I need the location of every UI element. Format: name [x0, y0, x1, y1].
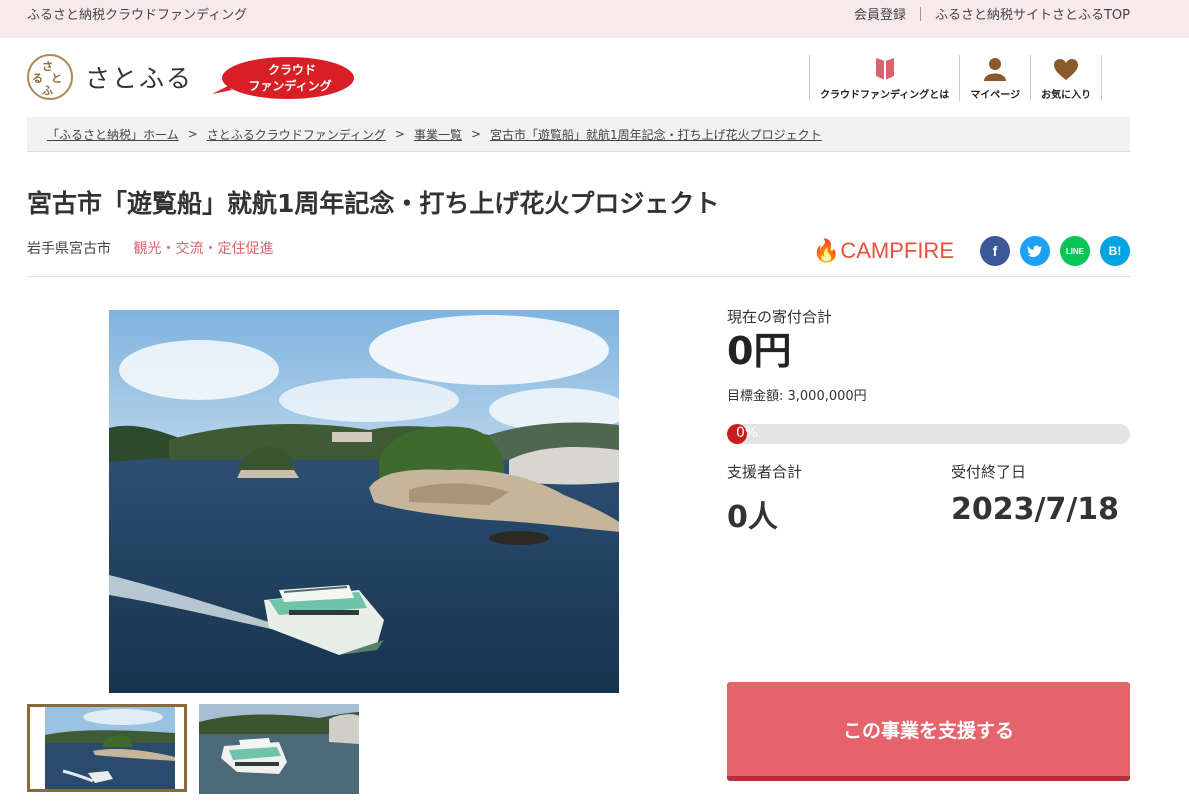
- supporters-stat: 支援者合計 0人: [727, 461, 802, 536]
- nav-favorites[interactable]: お気に入り: [1030, 55, 1103, 101]
- hatena-bookmark-button[interactable]: B!: [1100, 236, 1130, 266]
- thumbnail-1[interactable]: [27, 704, 187, 792]
- breadcrumb-home[interactable]: 「ふるさと納税」ホーム: [47, 126, 179, 143]
- supporters-value: 0人: [727, 500, 778, 535]
- svg-text:ファンディング: ファンディング: [248, 78, 331, 93]
- nav-label: お気に入り: [1041, 90, 1092, 101]
- funding-panel: 現在の寄付合計 0円 目標金額: 3,000,000円: [727, 306, 1130, 404]
- supporters-label: 支援者合計: [727, 463, 803, 481]
- top-bar: ふるさと納税クラウドファンディング 会員登録 ふるさと納税サイトさとふるTOP: [0, 0, 1189, 38]
- nav-mypage[interactable]: マイページ: [959, 55, 1030, 101]
- furusato-top-link[interactable]: ふるさと納税サイトさとふるTOP: [935, 4, 1130, 23]
- logo-mark-icon: さ と ふ る: [27, 54, 73, 100]
- nav-label: マイページ: [970, 90, 1021, 101]
- goal-amount: 目標金額: 3,000,000円: [727, 389, 867, 404]
- satofull-logo[interactable]: さ と ふ る さとふる: [27, 54, 193, 100]
- header-nav: クラウドファンディングとは マイページ お気に入り: [809, 55, 1103, 101]
- line-share-button[interactable]: LINE: [1060, 236, 1090, 266]
- heart-icon: [1054, 59, 1079, 80]
- twitter-icon: [1027, 245, 1042, 257]
- facebook-icon: f: [992, 243, 998, 259]
- progress-percent: 0%: [736, 425, 759, 441]
- progress-bar: 0%: [727, 424, 1130, 444]
- crowdfunding-badge[interactable]: クラウド ファンディング: [210, 56, 356, 100]
- nav-label: クラウドファンディングとは: [820, 90, 950, 101]
- top-links: 会員登録 ふるさと納税サイトさとふるTOP: [854, 4, 1130, 23]
- hatena-icon: B!: [1108, 244, 1122, 258]
- campfire-logo[interactable]: 🔥CAMPFIRE: [813, 238, 954, 264]
- support-project-button[interactable]: この事業を支援する: [727, 682, 1130, 781]
- svg-text:クラウド: クラウド: [268, 63, 316, 77]
- line-icon: LINE: [1065, 246, 1085, 256]
- prefecture: 岩手県宮古市: [27, 241, 111, 257]
- project-main-image: [109, 310, 619, 693]
- total-label: 現在の寄付合計: [727, 308, 833, 326]
- book-icon: [875, 58, 894, 80]
- logo-text: さとふる: [85, 64, 194, 93]
- user-icon: [984, 58, 1007, 81]
- deadline-label: 受付終了日: [951, 463, 1027, 481]
- register-link[interactable]: 会員登録: [854, 4, 906, 23]
- deadline-stat: 受付終了日 2023/7/18: [951, 461, 1119, 527]
- breadcrumb-current[interactable]: 宮古市「遊覧船」就航1周年記念・打ち上げ花火プロジェクト: [490, 126, 822, 143]
- site-name: ふるさと納税クラウドファンディング: [27, 8, 248, 23]
- twitter-share-button[interactable]: [1020, 236, 1050, 266]
- breadcrumb-projects[interactable]: 事業一覧: [414, 126, 462, 143]
- deadline-value: 2023/7/18: [951, 492, 1120, 527]
- breadcrumb-crowdfunding[interactable]: さとふるクラウドファンディング: [207, 126, 386, 143]
- link-separator: [919, 6, 921, 21]
- thumbnail-2[interactable]: [199, 704, 359, 794]
- breadcrumb-arrow: >: [470, 127, 482, 141]
- share-bar: 🔥CAMPFIRE f LINE B!: [813, 236, 1130, 266]
- breadcrumb-arrow: >: [394, 127, 405, 141]
- nav-about-crowdfunding[interactable]: クラウドファンディングとは: [809, 55, 959, 101]
- project-meta: 岩手県宮古市 観光・交流・定住促進: [27, 238, 273, 258]
- breadcrumb-arrow: >: [187, 127, 198, 141]
- category-link[interactable]: 観光・交流・定住促進: [133, 241, 273, 257]
- divider: [27, 276, 1130, 277]
- breadcrumb: 「ふるさと納税」ホーム > さとふるクラウドファンディング > 事業一覧 > 宮…: [27, 117, 1130, 152]
- facebook-share-button[interactable]: f: [980, 236, 1010, 266]
- page-title: 宮古市「遊覧船」就航1周年記念・打ち上げ花火プロジェクト: [27, 189, 720, 218]
- total-amount: 0円: [727, 329, 792, 373]
